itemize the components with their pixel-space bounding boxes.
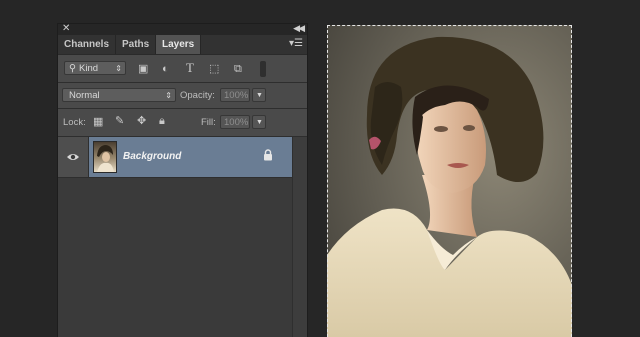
panel-scrollbar[interactable] [292, 137, 307, 337]
chevron-down-icon: ▼ [256, 119, 263, 126]
chevron-updown-icon: ⇕ [165, 91, 172, 100]
smart-object-filter-icon[interactable]: ⧉ [234, 63, 242, 75]
lock-transparent-pixels-icon[interactable]: ▦ [93, 116, 103, 128]
panel-tabs: Channels Paths Layers ▾☰ [58, 35, 307, 55]
fill-dropdown[interactable]: ▼ [252, 115, 266, 129]
lock-label: Lock: [63, 117, 86, 128]
layer-thumbnail [93, 141, 117, 173]
tab-channels[interactable]: Channels [58, 35, 117, 54]
lock-all-icon[interactable]: 🔒︎ [159, 115, 165, 127]
panel-titlebar: ✕ ◀◀ [58, 23, 307, 35]
chevron-updown-icon: ⇕ [115, 64, 122, 73]
chevron-down-icon: ▼ [256, 92, 263, 99]
collapse-icon[interactable]: ◀◀ [293, 23, 305, 34]
fill-label: Fill: [201, 117, 216, 128]
opacity-dropdown[interactable]: ▼ [252, 88, 266, 102]
adjustment-layer-filter-icon[interactable]: ◐ [162, 63, 169, 75]
close-icon[interactable]: ✕ [62, 23, 70, 34]
layers-panel: ✕ ◀◀ Channels Paths Layers ▾☰ ⚲ Kind ⇕ ▣… [58, 23, 307, 337]
shape-layer-filter-icon[interactable]: ⬚ [209, 63, 219, 75]
tab-layers[interactable]: Layers [156, 35, 202, 54]
filter-kind-select[interactable]: ⚲ Kind ⇕ [64, 61, 126, 75]
eye-icon [67, 154, 79, 160]
panel-menu-icon[interactable]: ▾☰ [289, 38, 303, 49]
document-canvas[interactable] [327, 25, 572, 337]
photo-woman-portrait [327, 25, 572, 337]
filter-row: ⚲ Kind ⇕ ▣ ◐ T ⬚ ⧉ [58, 55, 307, 83]
opacity-label: Opacity: [180, 90, 215, 101]
lock-position-icon[interactable]: ✥ [137, 115, 146, 127]
layer-name[interactable]: Background [123, 151, 181, 162]
fill-value: 100% [224, 117, 249, 128]
blend-mode-select[interactable]: Normal ⇕ [62, 88, 176, 102]
visibility-toggle[interactable] [58, 137, 89, 177]
blend-mode-value: Normal [69, 90, 100, 101]
layer-row-background[interactable]: Background [58, 137, 292, 178]
search-icon: ⚲ [69, 63, 76, 74]
filter-toggle[interactable] [260, 61, 266, 77]
lock-row: Lock: ▦ ✎ ✥ 🔒︎ Fill: 100% ▼ [58, 109, 307, 137]
filter-kind-label: Kind [79, 63, 99, 74]
opacity-value: 100% [224, 90, 249, 101]
opacity-field[interactable]: 100% [220, 88, 250, 102]
fill-field[interactable]: 100% [220, 115, 250, 129]
lock-image-pixels-icon[interactable]: ✎ [115, 115, 124, 127]
lock-icon [263, 149, 273, 164]
pixel-layer-filter-icon[interactable]: ▣ [138, 63, 148, 75]
type-layer-filter-icon[interactable]: T [186, 61, 194, 74]
blend-row: Normal ⇕ Opacity: 100% ▼ [58, 83, 307, 109]
tab-paths[interactable]: Paths [116, 35, 157, 54]
